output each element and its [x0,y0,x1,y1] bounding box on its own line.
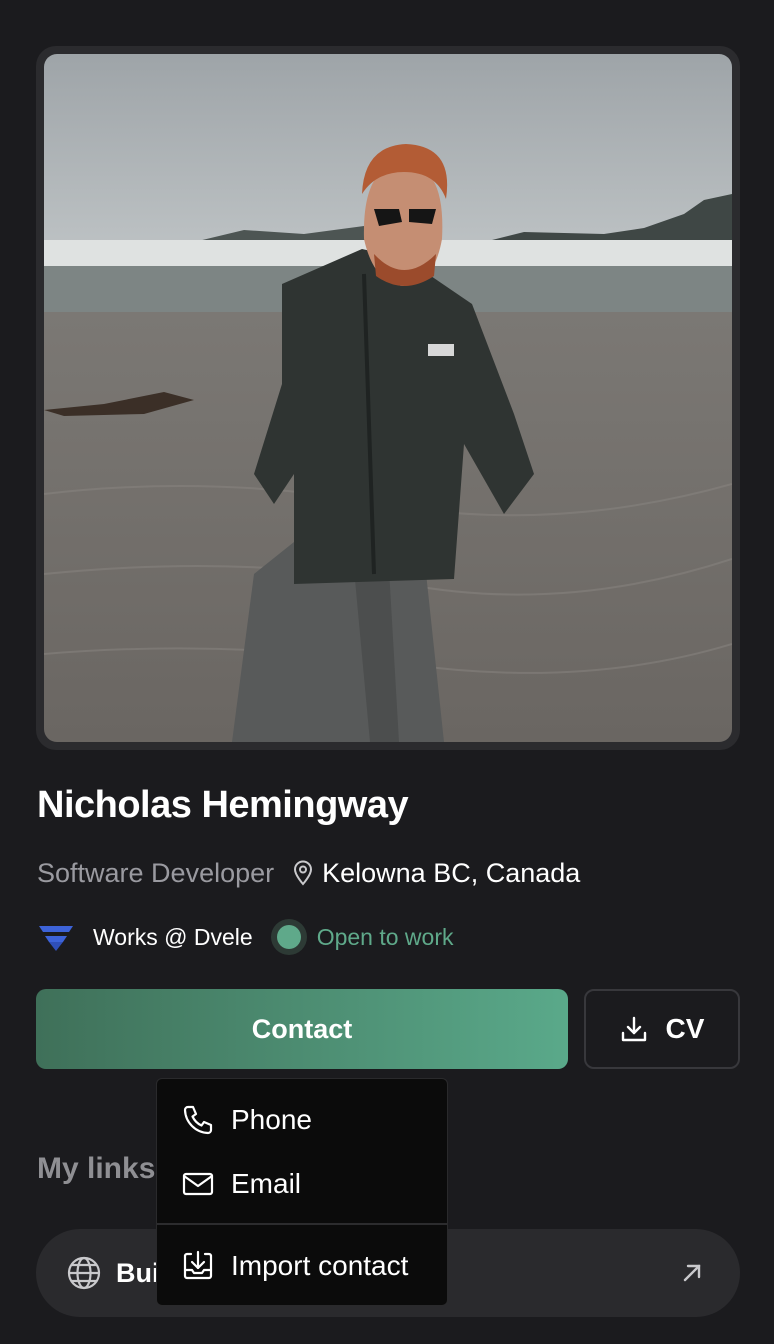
menu-item-label: Import contact [231,1250,409,1281]
menu-item-label: Phone [231,1104,312,1135]
profile-photo [44,54,732,742]
globe-icon [67,1256,101,1290]
link-label: Bui [116,1257,160,1288]
profile-meta: Software Developer Kelowna BC, Canada [37,856,580,890]
company-label: Works @ Dvele [93,923,253,950]
profile-role: Software Developer [37,857,275,888]
menu-item-email[interactable]: Email [157,1154,447,1214]
contact-dropdown-menu: Phone Email Import contact [156,1078,448,1306]
status-indicator [270,919,307,955]
cv-download-button[interactable]: CV [584,989,740,1069]
arrow-up-right-icon [683,1264,701,1282]
menu-item-label: Email [231,1168,302,1199]
links-heading: My links [37,1152,156,1185]
menu-item-phone[interactable]: Phone [157,1090,447,1150]
import-icon [183,1250,213,1280]
menu-divider [157,1223,447,1225]
status-badge: Open to work [316,923,454,950]
download-icon [621,1016,646,1042]
profile-name: Nicholas Hemingway [37,784,409,826]
cv-label: CV [665,1013,705,1044]
work-row: Works @ Dvele Open to work [37,917,453,957]
phone-icon [183,1105,213,1135]
status-dot [276,925,301,949]
profile-photo-frame [36,46,740,750]
contact-button[interactable]: Contact [36,989,568,1069]
menu-item-import-contact[interactable]: Import contact [157,1236,447,1296]
company-logo [39,926,73,951]
profile-location: Kelowna BC, Canada [322,857,581,888]
location-pin-icon [294,860,313,886]
mail-icon [182,1172,214,1196]
